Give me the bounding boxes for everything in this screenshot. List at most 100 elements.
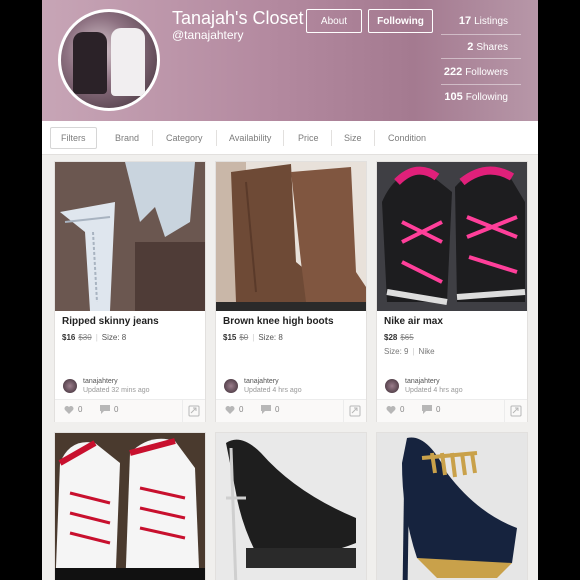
like-button[interactable]: 0: [225, 405, 243, 414]
listing-photo[interactable]: [55, 162, 205, 311]
listing-original-price: $65: [400, 333, 414, 342]
listing-seller[interactable]: tanajahtery Updated 4 hrs ago: [385, 377, 463, 395]
listing-price-row: $28 $65: [384, 333, 414, 342]
listing-card[interactable]: Ripped skinny jeans $16 $30 | Size: 8 tanaj…: [54, 161, 206, 422]
stat-label: Shares: [476, 42, 508, 53]
listing-card[interactable]: [376, 432, 528, 580]
heart-icon: [225, 406, 235, 414]
stat-following[interactable]: 105 Following: [444, 91, 508, 103]
stat-shares[interactable]: 2 Shares: [467, 41, 508, 53]
listing-size: Size: 8: [258, 333, 283, 342]
listing-price: $15: [223, 333, 237, 342]
heart-icon: [386, 406, 396, 414]
updated-time: Updated 4 hrs ago: [405, 387, 463, 394]
comment-button[interactable]: 0: [261, 405, 279, 414]
listing-photo[interactable]: [377, 162, 527, 311]
divider: [331, 130, 332, 146]
comment-count: 0: [114, 405, 119, 414]
filter-availability[interactable]: Availability: [229, 121, 271, 154]
comment-count: 0: [436, 405, 441, 414]
following-button[interactable]: Following: [368, 9, 433, 33]
share-icon: [510, 405, 522, 417]
filter-condition[interactable]: Condition: [388, 121, 426, 154]
listing-photo[interactable]: [377, 433, 527, 580]
filter-size[interactable]: Size: [344, 121, 362, 154]
share-button[interactable]: [504, 400, 527, 422]
share-button[interactable]: [343, 400, 366, 422]
stat-count: 105: [444, 91, 463, 103]
about-button[interactable]: About: [306, 9, 362, 33]
listing-brand[interactable]: Nike: [419, 347, 435, 356]
listing-size: Size: 8: [101, 333, 127, 342]
listing-original-price: $0: [239, 333, 249, 342]
divider: [216, 130, 217, 146]
seller-name[interactable]: tanajahtery: [244, 377, 302, 386]
seller-name[interactable]: tanajahtery: [83, 377, 150, 386]
comment-icon: [261, 405, 271, 414]
like-count: 0: [400, 405, 405, 414]
listing-price: $28: [384, 333, 398, 342]
filter-price[interactable]: Price: [298, 121, 319, 154]
comment-icon: [422, 405, 432, 414]
listing-original-price: $30: [78, 333, 92, 342]
listing-title[interactable]: Brown knee high boots: [223, 316, 334, 327]
divider: [441, 84, 521, 85]
listing-card[interactable]: [54, 432, 206, 580]
updated-time: Updated 4 hrs ago: [244, 387, 302, 394]
avatar[interactable]: [63, 379, 77, 393]
listing-seller[interactable]: tanajahtery Updated 32 mins ago: [63, 377, 150, 395]
listing-title[interactable]: Nike air max: [384, 316, 443, 327]
listing-size-brand: Size: 9 | Nike: [384, 347, 435, 356]
filter-category[interactable]: Category: [166, 121, 203, 154]
filter-bar: Filters Brand Category Availability Pric…: [42, 121, 538, 155]
divider: [152, 130, 153, 146]
divider: [441, 34, 521, 35]
stat-label: Listings: [474, 16, 508, 27]
comment-count: 0: [275, 405, 280, 414]
listing-price-row: $15 $0 | Size: 8: [223, 333, 283, 342]
like-button[interactable]: 0: [386, 405, 404, 414]
listing-actions: 0 0: [55, 399, 205, 422]
stat-label: Followers: [465, 67, 508, 78]
avatar[interactable]: [58, 9, 160, 111]
filter-filters[interactable]: Filters: [50, 127, 97, 149]
listing-size: Size: 9: [384, 347, 409, 356]
comment-button[interactable]: 0: [422, 405, 440, 414]
stat-followers[interactable]: 222 Followers: [444, 66, 508, 78]
listing-card[interactable]: Brown knee high boots $15 $0 | Size: 8 tana…: [215, 161, 367, 422]
stat-count: 2: [467, 41, 474, 53]
listing-photo[interactable]: [216, 433, 366, 580]
avatar[interactable]: [224, 379, 238, 393]
listing-actions: 0 0: [377, 399, 527, 422]
avatar[interactable]: [385, 379, 399, 393]
stat-listings[interactable]: 17 Listings: [459, 15, 508, 27]
listing-seller[interactable]: tanajahtery Updated 4 hrs ago: [224, 377, 302, 395]
divider: [283, 130, 284, 146]
closet-handle[interactable]: @tanajahtery: [172, 28, 244, 42]
like-count: 0: [78, 405, 83, 414]
filter-brand[interactable]: Brand: [115, 121, 139, 154]
like-button[interactable]: 0: [64, 405, 82, 414]
comment-icon: [100, 405, 110, 414]
comment-button[interactable]: 0: [100, 405, 118, 414]
listing-price: $16: [62, 333, 76, 342]
listing-card[interactable]: [215, 432, 367, 580]
share-button[interactable]: [182, 400, 205, 422]
heart-icon: [64, 406, 74, 414]
listing-price-row: $16 $30 | Size: 8: [62, 333, 127, 342]
listing-card[interactable]: Nike air max $28 $65 Size: 9 | Nike tanajah…: [376, 161, 528, 422]
share-icon: [349, 405, 361, 417]
listing-title[interactable]: Ripped skinny jeans: [62, 316, 159, 327]
divider: [441, 58, 521, 59]
closet-title: Tanajah's Closet: [172, 8, 304, 28]
divider: [374, 130, 375, 146]
listing-photo[interactable]: [55, 433, 205, 580]
profile-header: Tanajah's Closet @tanajahtery About Foll…: [42, 0, 538, 121]
stat-count: 222: [443, 66, 463, 78]
closet-page: Tanajah's Closet @tanajahtery About Foll…: [42, 0, 538, 580]
like-count: 0: [239, 405, 244, 414]
listing-photo[interactable]: [216, 162, 366, 311]
listing-actions: 0 0: [216, 399, 366, 422]
updated-time: Updated 32 mins ago: [83, 387, 150, 394]
seller-name[interactable]: tanajahtery: [405, 377, 463, 386]
